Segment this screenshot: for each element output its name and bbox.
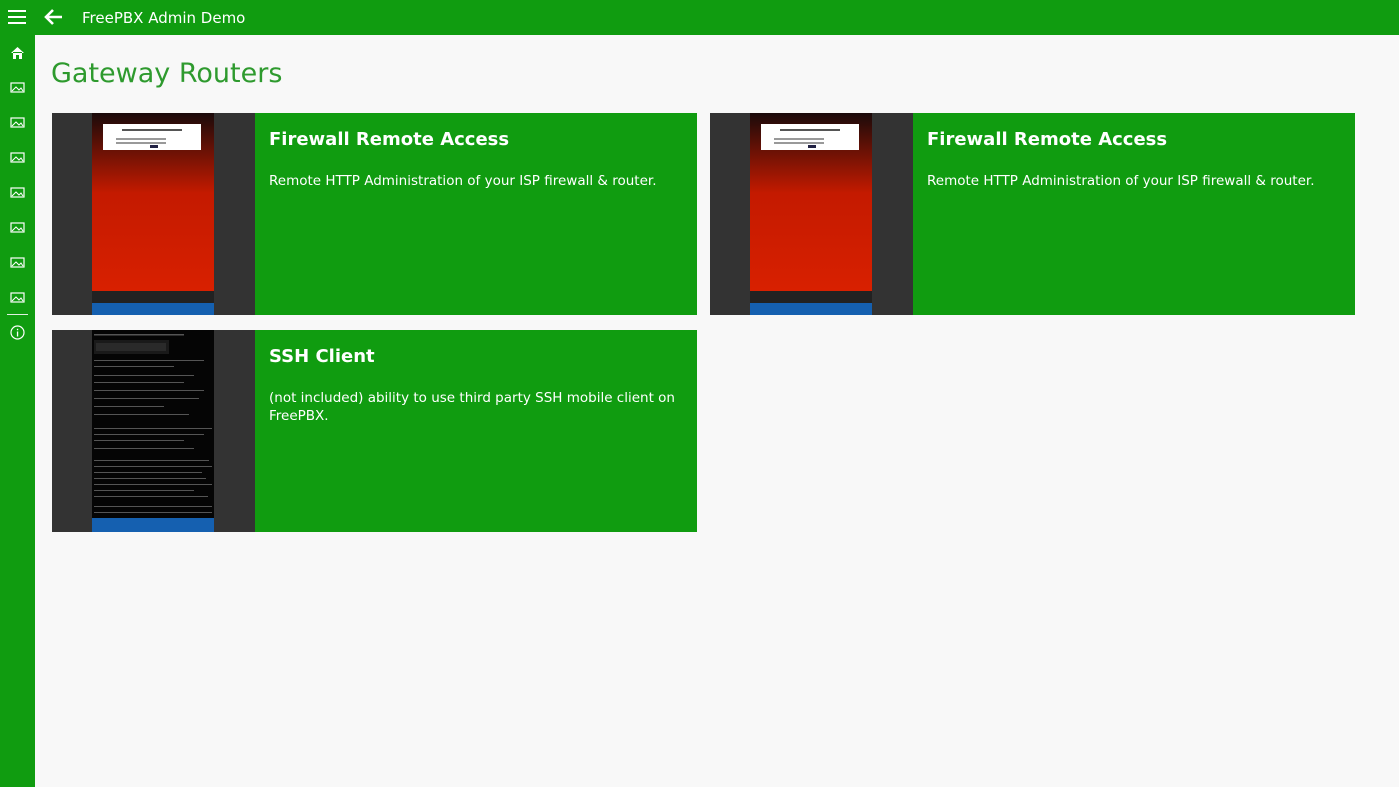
sidebar-divider — [7, 314, 28, 315]
app-title: FreePBX Admin Demo — [82, 9, 246, 27]
tile-ssh-client[interactable]: SSH Client (not included) ability to use… — [52, 330, 697, 532]
image-icon[interactable] — [9, 149, 26, 166]
tile-thumbnail — [52, 113, 255, 315]
hamburger-menu-icon[interactable] — [8, 10, 26, 26]
tile-description: Remote HTTP Administration of your ISP f… — [269, 173, 657, 189]
terminal-screenshot-image — [92, 330, 214, 532]
image-icon[interactable] — [9, 219, 26, 236]
image-icon[interactable] — [9, 254, 26, 271]
image-icon[interactable] — [9, 79, 26, 96]
image-icon[interactable] — [9, 184, 26, 201]
tile-firewall-remote-access[interactable]: Firewall Remote Access Remote HTTP Admin… — [52, 113, 697, 315]
home-icon[interactable] — [9, 44, 26, 61]
image-icon[interactable] — [9, 114, 26, 131]
tile-title: Firewall Remote Access — [269, 129, 510, 150]
back-arrow-icon[interactable] — [42, 6, 64, 28]
sidebar — [0, 35, 35, 787]
tile-title: Firewall Remote Access — [927, 129, 1168, 150]
tile-title: SSH Client — [269, 346, 375, 367]
tile-description: Remote HTTP Administration of your ISP f… — [927, 173, 1315, 189]
phone-screenshot-image — [750, 113, 872, 315]
page-title: Gateway Routers — [51, 58, 283, 89]
info-icon[interactable] — [9, 324, 26, 341]
tile-description: (not included) ability to use third part… — [269, 390, 675, 424]
tile-firewall-remote-access[interactable]: Firewall Remote Access Remote HTTP Admin… — [710, 113, 1355, 315]
tile-thumbnail — [52, 330, 255, 532]
phone-screenshot-image — [92, 113, 214, 315]
image-icon[interactable] — [9, 289, 26, 306]
tile-thumbnail — [710, 113, 913, 315]
title-bar: FreePBX Admin Demo — [0, 0, 1399, 35]
